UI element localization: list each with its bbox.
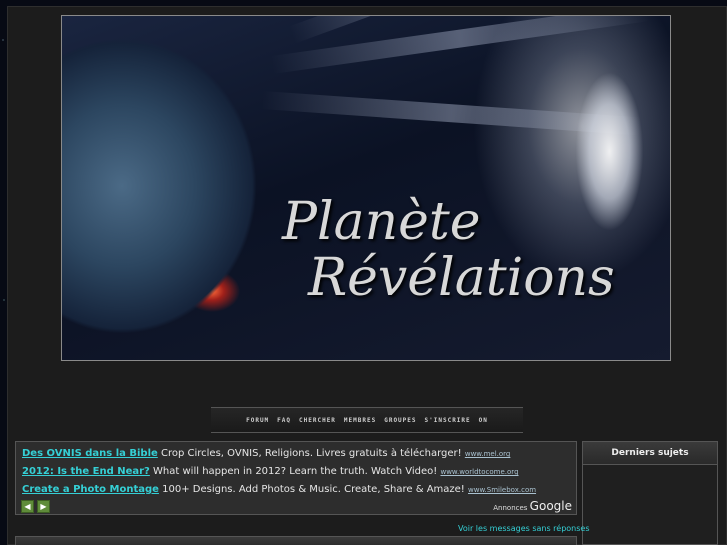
nav-forum[interactable]: FORUM	[246, 417, 269, 424]
ad-title-link[interactable]: Des OVNIS dans la Bible	[22, 448, 158, 459]
chevron-right-icon[interactable]: ▶	[37, 500, 50, 513]
forum-table-header	[15, 536, 577, 545]
ad-title-link[interactable]: Create a Photo Montage	[22, 484, 159, 495]
header-banner[interactable]: Planète Révélations	[61, 15, 671, 361]
nav-register[interactable]: S'INSCRIRE	[425, 417, 471, 424]
latest-topics-header: Derniers sujets	[583, 442, 717, 465]
google-logo: Google	[529, 499, 572, 513]
banner-title-line2: Révélations	[308, 248, 615, 308]
latest-topics-panel: Derniers sujets	[582, 441, 718, 545]
ad-url-link[interactable]: www.mel.org	[465, 450, 511, 458]
nav-groups[interactable]: GROUPES	[384, 417, 416, 424]
ad-url-link[interactable]: www.worldtocome.org	[440, 468, 518, 476]
ad-row: Des OVNIS dans la Bible Crop Circles, OV…	[22, 448, 510, 459]
nav-login[interactable]: ON	[479, 417, 488, 424]
nav-members[interactable]: MEMBRES	[344, 417, 376, 424]
banner-title-line1: Planète	[282, 192, 481, 252]
nav-faq[interactable]: FAQ	[277, 417, 291, 424]
ads-box: Des OVNIS dans la Bible Crop Circles, OV…	[15, 441, 577, 515]
ad-text: 100+ Designs. Add Photos & Music. Create…	[162, 484, 465, 495]
ad-row: Create a Photo Montage 100+ Designs. Add…	[22, 484, 536, 495]
ads-by-google[interactable]: Annonces Google	[493, 499, 572, 513]
ads-by-label: Annonces	[493, 504, 528, 512]
ad-row: 2012: Is the End Near? What will happen …	[22, 466, 519, 477]
main-nav: FORUM FAQ CHERCHER MEMBRES GROUPES S'INS…	[211, 407, 523, 433]
chevron-left-icon[interactable]: ◀	[21, 500, 34, 513]
ad-text: Crop Circles, OVNIS, Religions. Livres g…	[160, 448, 462, 459]
banner-title: Planète Révélations	[272, 192, 670, 308]
nav-search[interactable]: CHERCHER	[299, 417, 336, 424]
view-unanswered-link[interactable]: Voir les messages sans réponses	[458, 524, 590, 533]
ad-pager: ◀ ▶	[21, 500, 50, 513]
ad-url-link[interactable]: www.Smilebox.com	[468, 486, 536, 494]
ad-title-link[interactable]: 2012: Is the End Near?	[22, 466, 150, 477]
ad-text: What will happen in 2012? Learn the trut…	[153, 466, 438, 477]
